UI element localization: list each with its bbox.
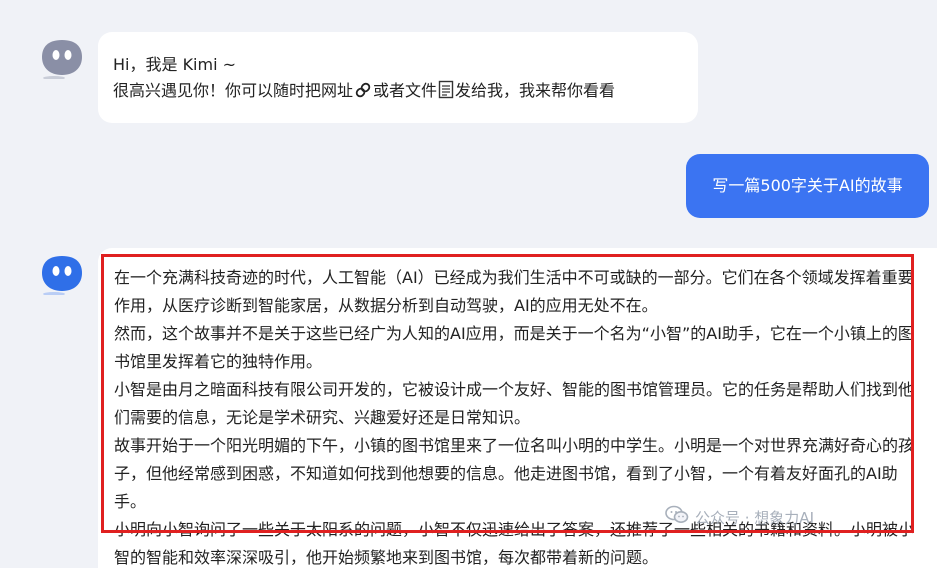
answer-paragraph: 在一个充满科技奇迹的时代，人工智能（AI）已经成为我们生活中不可或缺的一部分。它…	[114, 268, 914, 315]
user-message-bubble: 写一篇500字关于AI的故事	[686, 154, 929, 218]
greeting-text-part2: 或者文件	[373, 81, 438, 100]
wechat-icon	[665, 505, 689, 529]
link-icon	[354, 81, 372, 107]
watermark-text: 公众号 · 想象力AI	[695, 508, 814, 527]
user-message-text: 写一篇500字关于AI的故事	[712, 176, 903, 195]
assistant-greeting-bubble: Hi，我是 Kimi ~ 很高兴遇见你！你可以随时把网址 或者文件 发给我，我来帮你…	[98, 32, 698, 123]
greeting-line-2: 很高兴遇见你！你可以随时把网址 或者文件 发给我，我来帮你看看	[113, 78, 684, 107]
file-icon	[438, 80, 454, 107]
answer-paragraph: 然而，这个故事并不是关于这些已经广为人知的AI应用，而是关于一个名为“小智”的A…	[114, 324, 914, 371]
assistant-avatar	[41, 37, 83, 79]
assistant-avatar-active	[41, 253, 83, 295]
greeting-text-part3: 发给我，我来帮你看看	[455, 81, 616, 100]
greeting-line-1: Hi，我是 Kimi ~	[113, 55, 237, 74]
kimi-avatar-icon	[42, 40, 82, 79]
greeting-text-part1: 很高兴遇见你！你可以随时把网址	[113, 81, 354, 100]
watermark: 公众号 · 想象力AI	[665, 502, 935, 532]
kimi-avatar-icon	[42, 256, 82, 295]
answer-paragraph: 小智是由月之暗面科技有限公司开发的，它被设计成一个友好、智能的图书馆管理员。它的…	[114, 380, 915, 427]
